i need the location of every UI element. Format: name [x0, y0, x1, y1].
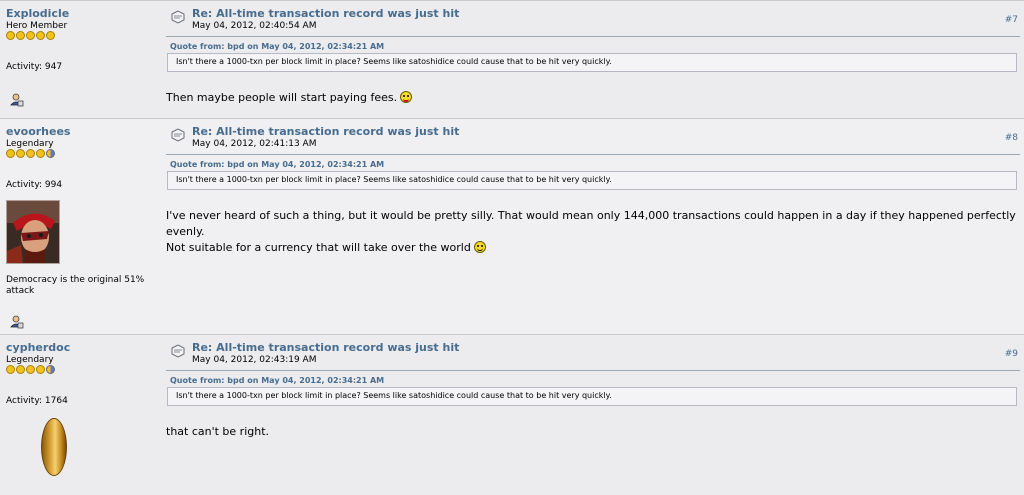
post-number-link[interactable]: #7 [1005, 15, 1018, 25]
star-icon [36, 31, 45, 40]
gold-coin-avatar [41, 418, 67, 476]
poster-rank: Legendary [6, 139, 54, 149]
star-icon [36, 149, 45, 158]
star-icon [26, 31, 35, 40]
post-timestamp: May 04, 2012, 02:41:13 AM [192, 139, 317, 149]
poster-name-link[interactable]: Explodicle [6, 7, 69, 20]
header-separator [166, 370, 1020, 371]
poster-rank: Hero Member [6, 21, 68, 31]
user-signature: Democracy is the original 51% attack [6, 275, 145, 296]
header-separator [166, 36, 1020, 37]
rank-stars [6, 149, 55, 158]
post-body: I've never heard of such a thing, but it… [166, 208, 1018, 256]
poster-name-link[interactable]: evoorhees [6, 125, 70, 138]
post-body-line: I've never heard of such a thing, but it… [166, 209, 1016, 238]
star-icon [16, 149, 25, 158]
profile-icon[interactable] [10, 315, 24, 329]
profile-icon[interactable] [10, 93, 24, 107]
message-icon [171, 344, 185, 358]
star-icon [16, 31, 25, 40]
post-timestamp: May 04, 2012, 02:40:54 AM [192, 21, 317, 31]
forum-post: evoorhees Legendary Activity: 994 Democr… [0, 118, 1024, 334]
post-body-text: Then maybe people will start paying fees… [166, 91, 398, 104]
forum-post: Explodicle Hero Member Activity: 947 Re:… [0, 0, 1024, 118]
half-star-icon [46, 365, 55, 374]
quote-box: Isn't there a 1000-txn per block limit i… [167, 171, 1017, 190]
header-separator [166, 154, 1020, 155]
star-icon [36, 365, 45, 374]
quote-header-link[interactable]: Quote from: bpd on May 04, 2012, 02:34:2… [170, 42, 384, 51]
message-icon [171, 10, 185, 24]
post-body: Then maybe people will start paying fees… [166, 90, 1018, 106]
activity-count: Activity: 947 [6, 62, 63, 72]
masked-man-avatar [6, 200, 60, 264]
tongue-smiley-icon [400, 91, 413, 103]
message-icon [171, 128, 185, 142]
star-icon [16, 365, 25, 374]
star-icon [6, 31, 15, 40]
forum-post: cypherdoc Legendary Activity: 1764 Re: A… [0, 334, 1024, 495]
post-number-link[interactable]: #9 [1005, 349, 1018, 359]
quote-header-link[interactable]: Quote from: bpd on May 04, 2012, 02:34:2… [170, 376, 384, 385]
star-icon [46, 31, 55, 40]
star-icon [6, 149, 15, 158]
quote-box: Isn't there a 1000-txn per block limit i… [167, 387, 1017, 406]
smile-smiley-icon [473, 241, 486, 253]
post-body-line: Not suitable for a currency that will ta… [166, 240, 1018, 256]
post-body-text: Not suitable for a currency that will ta… [166, 241, 471, 254]
post-timestamp: May 04, 2012, 02:43:19 AM [192, 355, 317, 365]
half-star-icon [46, 149, 55, 158]
poster-name-link[interactable]: cypherdoc [6, 341, 70, 354]
post-subject-link[interactable]: Re: All-time transaction record was just… [192, 7, 459, 20]
star-icon [6, 365, 15, 374]
poster-rank: Legendary [6, 355, 54, 365]
post-number-link[interactable]: #8 [1005, 133, 1018, 143]
activity-count: Activity: 994 [6, 180, 63, 190]
post-subject-link[interactable]: Re: All-time transaction record was just… [192, 125, 459, 138]
post-subject-link[interactable]: Re: All-time transaction record was just… [192, 341, 459, 354]
post-body: that can't be right. [166, 424, 1018, 440]
rank-stars [6, 365, 55, 374]
rank-stars [6, 31, 55, 40]
star-icon [26, 149, 35, 158]
activity-count: Activity: 1764 [6, 396, 68, 406]
star-icon [26, 365, 35, 374]
post-body-text: that can't be right. [166, 425, 270, 438]
quote-header-link[interactable]: Quote from: bpd on May 04, 2012, 02:34:2… [170, 160, 384, 169]
quote-box: Isn't there a 1000-txn per block limit i… [167, 53, 1017, 72]
